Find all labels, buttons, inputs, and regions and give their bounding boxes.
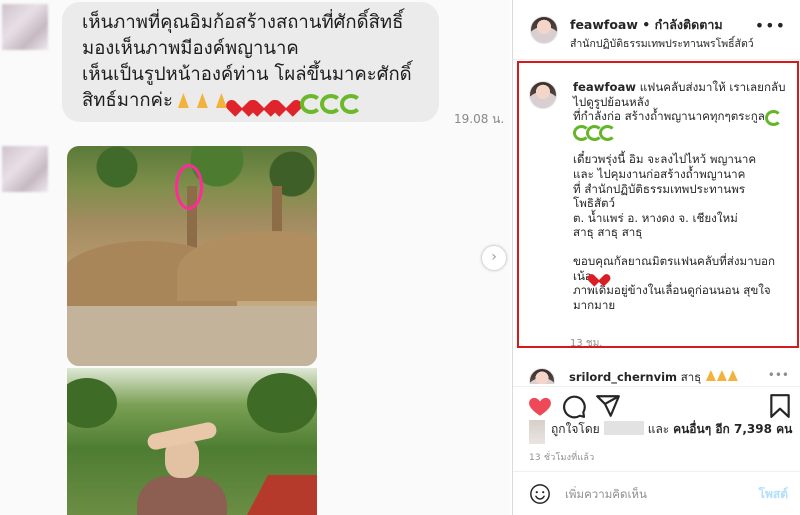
save-bookmark-icon[interactable]	[767, 393, 793, 419]
heart-emoji-icon	[592, 269, 606, 281]
shirt	[137, 476, 227, 515]
caption-line: ภาพเดิมอยู่ข้างในเลื่อนดูก่อนนอน สุขใจ	[573, 283, 771, 298]
like-heart-icon[interactable]	[527, 393, 553, 419]
snake-emoji-icon	[764, 109, 782, 127]
foliage	[247, 373, 317, 433]
comment-icon[interactable]	[561, 393, 587, 419]
blurred-avatar	[529, 420, 545, 444]
blurred-avatar	[2, 4, 48, 50]
post-header: feawfoaw • กำลังติดตาม สำนักปฏิบัติธรรมเ…	[513, 0, 800, 60]
chat-screenshot-image: เห็นภาพที่คุณอิมก้อสร้างสถานที่ศักดิ์สิท…	[0, 0, 510, 515]
snake-emoji-icon	[298, 92, 322, 114]
caption-text: feawfoaw แฟนคลับส่งมาให้ เราเลยกลับ ไปดู…	[573, 80, 795, 312]
caption-line: โพธิสัตว์	[573, 196, 616, 211]
caption-username-link[interactable]: feawfoaw	[573, 80, 636, 94]
caption-line-with-emoji: เน้อ	[573, 269, 795, 284]
caption-line-with-emoji: ที่กำลังก่อ สร้างถ้ำพญานาคทุกๆตระกูล	[573, 109, 795, 127]
emoji-line	[573, 124, 795, 141]
snake-emoji-icon	[318, 92, 342, 114]
caption-line: แฟนคลับส่งมาให้ เราเลยกลับ	[639, 80, 786, 94]
avatar[interactable]	[530, 16, 558, 44]
comment-item: srilord_chernvim สาธุ •••	[529, 368, 789, 384]
blurred-avatar	[2, 146, 48, 192]
caption-line: และ ไปคุมงานก่อสร้างถ้ำพญานาค	[573, 166, 746, 181]
chat-line: มองเห็นภาพมีองค์พญานาค	[82, 38, 299, 59]
pray-emoji-icon	[705, 370, 716, 381]
emoji-row	[175, 92, 362, 114]
caption-line: ที่กำลังก่อ สร้างถ้ำพญานาคทุกๆตระกูล	[573, 109, 765, 124]
chat-timestamp: 19.08 น.	[454, 112, 505, 126]
heart-emoji-icon	[276, 92, 296, 110]
foliage	[67, 378, 117, 428]
avatar[interactable]	[529, 81, 557, 109]
location-link[interactable]: สำนักปฏิบัติธรรมเทพประทานพรโพธิ์สัตว์	[570, 35, 754, 52]
pray-emoji-icon	[716, 370, 727, 381]
caption-line: ขอบคุณกัลยาณมิตรแฟนคลับที่ส่งมาบอก	[573, 253, 776, 268]
caption-line: มากมาย	[573, 297, 616, 312]
post-timestamp: 13 ชั่วโมงที่แล้ว	[529, 453, 595, 463]
avatar[interactable]	[529, 368, 555, 384]
action-bar	[513, 386, 800, 424]
caption-line: ที่ สำนักปฏิบัติธรรมเทพประทานพร	[573, 181, 746, 196]
caption-highlight-box: feawfoaw แฟนคลับส่งมาให้ เราเลยกลับ ไปดู…	[517, 61, 799, 348]
pray-emoji-icon	[194, 92, 211, 109]
comment-username-link[interactable]: srilord_chernvim	[569, 370, 677, 384]
share-icon[interactable]	[595, 393, 621, 419]
snake-emoji-icon	[338, 92, 362, 114]
caption-line: ต. น้ำแพร่ อ. หางดง จ. เชียงใหม่	[573, 210, 738, 225]
caption-line: สาธุ สาธุ สาธุ	[573, 225, 643, 240]
emoji-smiley-icon[interactable]	[529, 483, 551, 505]
likes-count-link[interactable]: คนอื่นๆ อีก 7,398 คน	[673, 422, 792, 436]
caption-time: 13 ชม.	[570, 338, 603, 349]
caption-line: ไปดูรูปย้อนหลัง	[573, 94, 650, 109]
next-image-chevron-icon[interactable]: ›	[482, 246, 506, 270]
pray-emoji-icon	[175, 92, 192, 109]
username-link[interactable]: feawfoaw	[570, 17, 638, 32]
following-button[interactable]: กำลังติดตาม	[655, 17, 723, 32]
comment-body: สาธุ	[677, 370, 705, 384]
highlight-circle	[175, 164, 203, 210]
red-roof	[247, 475, 317, 515]
ground	[67, 306, 317, 366]
chat-line-with-emoji: สิทธ์มากค่ะ	[82, 88, 423, 114]
person	[127, 408, 237, 515]
header-user-line: feawfoaw • กำลังติดตาม	[570, 15, 723, 35]
more-horizontal-icon[interactable]: •••	[768, 368, 789, 382]
add-comment-bar: โพสต์	[513, 471, 800, 515]
add-comment-input[interactable]	[565, 482, 745, 506]
likes-summary: ถูกใจโดย และ คนอื่นๆ อีก 7,398 คน	[529, 420, 792, 444]
snake-emoji-icon	[573, 124, 590, 141]
post-comment-button[interactable]: โพสต์	[759, 485, 788, 504]
person-photo	[67, 368, 317, 515]
blurred-username	[603, 421, 644, 435]
more-horizontal-icon[interactable]: •••	[755, 16, 786, 35]
caption-line-first: feawfoaw แฟนคลับส่งมาให้ เราเลยกลับ	[573, 80, 795, 95]
chat-message-bubble: เห็นภาพที่คุณอิมก้อสร้างสถานที่ศักดิ์สิท…	[62, 2, 439, 122]
snake-emoji-icon	[586, 124, 603, 141]
snake-emoji-icon	[599, 124, 616, 141]
dirt-mound	[177, 231, 317, 301]
chat-line: เห็นเป็นรูปหน้าองค์ท่าน โผล่ขึ้นมาคะศักด…	[82, 64, 412, 85]
likes-middle: และ	[647, 422, 674, 436]
comment-text: srilord_chernvim สาธุ	[569, 369, 738, 384]
caption-line: เดี๋ยวพรุ่งนี้ อิม จะลงไปไหว้ พญานาค	[573, 152, 757, 167]
chat-line: สิทธ์มากค่ะ	[82, 90, 173, 111]
pray-emoji-icon	[727, 370, 738, 381]
construction-site-photo	[67, 146, 317, 366]
chat-line: เห็นภาพที่คุณอิมก้อสร้างสถานที่ศักดิ์สิท…	[82, 12, 404, 33]
post-detail-panel: feawfoaw • กำลังติดตาม สำนักปฏิบัติธรรมเ…	[512, 0, 800, 515]
separator-dot: •	[637, 17, 655, 32]
